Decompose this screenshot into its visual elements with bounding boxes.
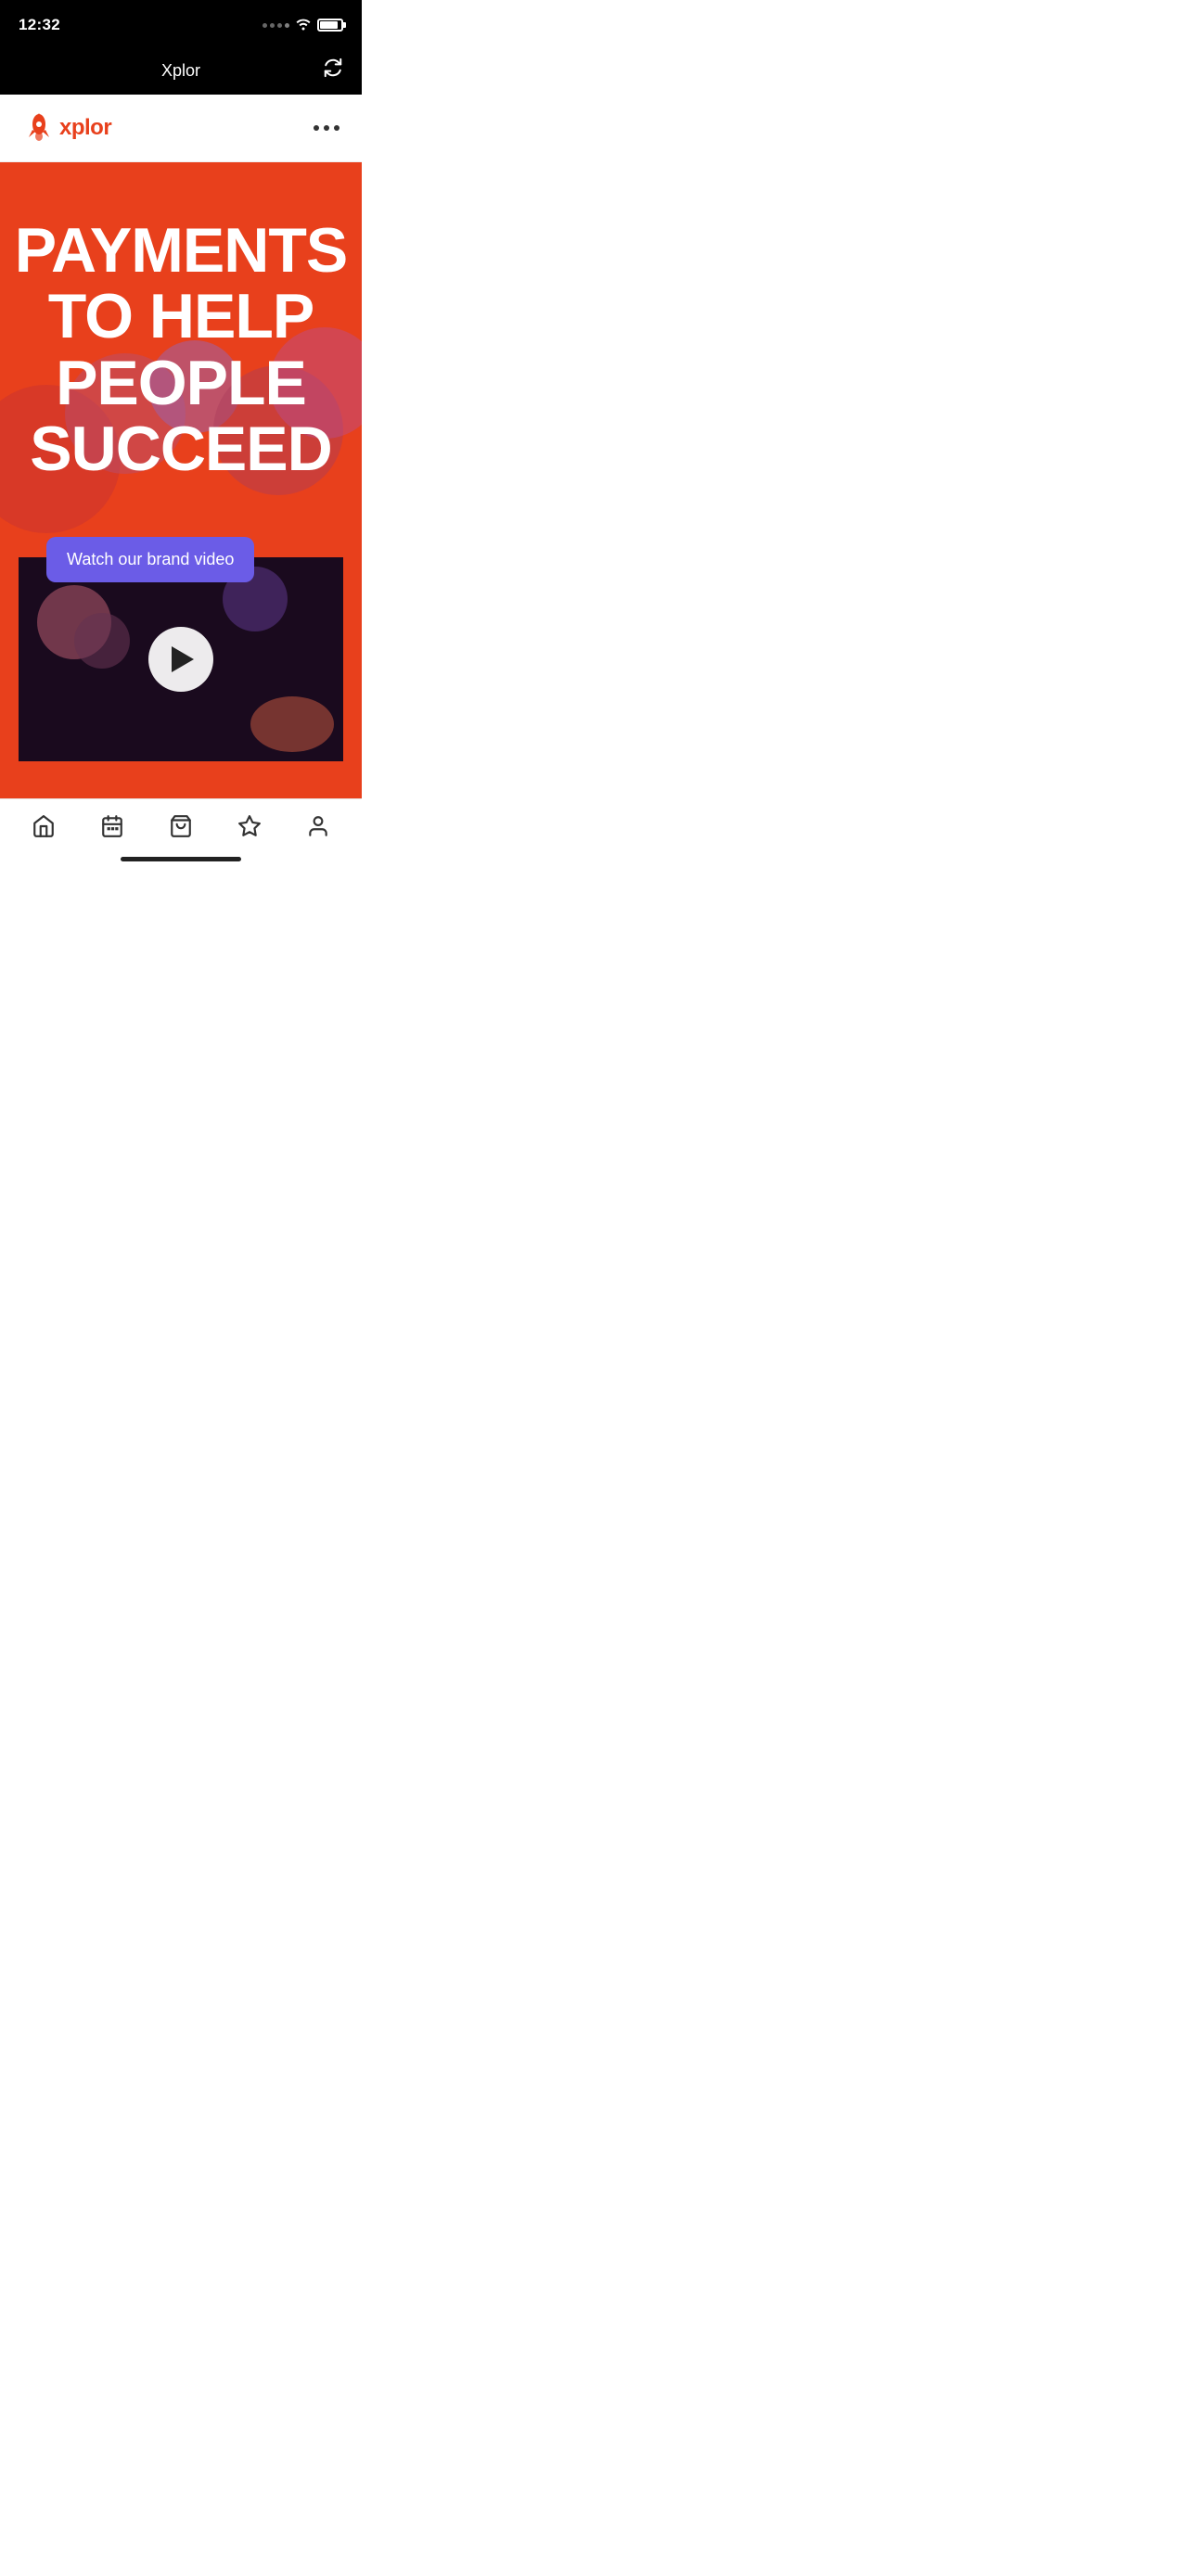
tab-profile[interactable] <box>297 810 339 842</box>
logo-text: xplor <box>59 115 111 141</box>
tab-calendar[interactable] <box>91 810 134 842</box>
video-bokeh-3 <box>250 696 334 752</box>
video-bokeh-1 <box>37 585 111 659</box>
watch-brand-video-button[interactable]: Watch our brand video <box>46 537 254 582</box>
more-menu-button[interactable] <box>314 125 339 131</box>
home-indicator <box>0 849 362 865</box>
browser-nav: Xplor <box>0 46 362 95</box>
browser-refresh-button[interactable] <box>323 57 343 83</box>
shopping-bag-icon <box>169 814 193 838</box>
tab-bar <box>0 798 362 849</box>
hero-headline: PAYMENTS TO HELP PEOPLE SUCCEED <box>15 218 348 483</box>
logo-rocket-icon <box>22 111 56 145</box>
status-icons <box>263 18 343 33</box>
video-label-container: Watch our brand video <box>46 537 254 582</box>
hero-section: PAYMENTS TO HELP PEOPLE SUCCEED Watch ou… <box>0 162 362 798</box>
battery-icon <box>317 19 343 32</box>
star-icon <box>237 814 262 838</box>
wifi-icon <box>295 18 312 33</box>
logo: xplor <box>22 111 111 145</box>
signal-icon <box>263 23 289 28</box>
home-icon <box>32 814 56 838</box>
calendar-icon <box>100 814 124 838</box>
play-button[interactable] <box>148 627 213 692</box>
tab-home[interactable] <box>22 810 65 842</box>
tab-favorites[interactable] <box>228 810 271 842</box>
app-header: xplor <box>0 95 362 162</box>
profile-icon <box>306 814 330 838</box>
tab-shop[interactable] <box>160 810 202 842</box>
status-time: 12:32 <box>19 16 60 34</box>
status-bar: 12:32 <box>0 0 362 46</box>
browser-title: Xplor <box>161 61 200 81</box>
play-triangle-icon <box>172 646 194 672</box>
video-player[interactable] <box>19 557 343 761</box>
video-bokeh-2 <box>74 613 130 669</box>
home-indicator-bar <box>121 857 241 861</box>
